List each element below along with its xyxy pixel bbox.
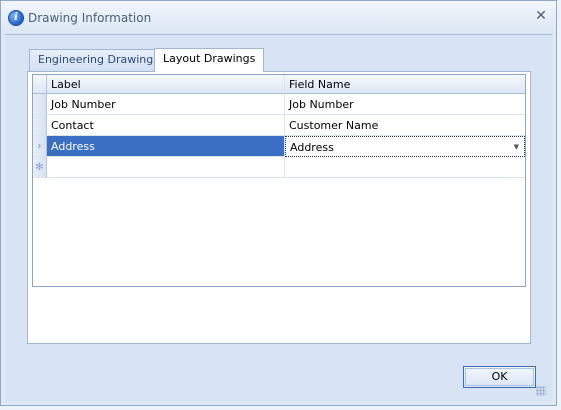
table-row-selected[interactable]: › Address Address ▼ bbox=[33, 136, 525, 157]
new-field-name-cell[interactable] bbox=[285, 157, 525, 178]
drawing-information-dialog: i Drawing Information ✕ Engineering Draw… bbox=[0, 0, 557, 406]
grid-header-row: Label Field Name bbox=[33, 75, 525, 96]
field-grid: Label Field Name Job Number Job Number C… bbox=[32, 74, 526, 287]
label-cell[interactable]: Contact bbox=[47, 115, 285, 136]
title-bar[interactable]: i Drawing Information ✕ bbox=[1, 1, 556, 34]
new-label-cell[interactable] bbox=[47, 157, 285, 178]
chevron-down-icon[interactable]: ▼ bbox=[514, 137, 519, 156]
tab-layout-drawings[interactable]: Layout Drawings bbox=[154, 48, 265, 72]
new-row[interactable]: ✻ bbox=[33, 157, 525, 178]
current-row-icon[interactable]: › bbox=[33, 136, 47, 157]
field-name-value: Address bbox=[290, 141, 334, 154]
tab-engineering-drawings[interactable]: Engineering Drawings bbox=[29, 49, 168, 71]
dialog-body: Engineering Drawings Layout Drawings Lab… bbox=[5, 34, 552, 402]
new-row-icon[interactable]: ✻ bbox=[33, 157, 47, 178]
table-row[interactable]: Job Number Job Number bbox=[33, 94, 525, 115]
field-name-cell[interactable]: Customer Name bbox=[285, 115, 525, 136]
window-title: Drawing Information bbox=[28, 11, 152, 25]
column-header-field-name[interactable]: Field Name bbox=[285, 75, 525, 94]
header-indicator bbox=[33, 75, 47, 94]
tab-panel: Label Field Name Job Number Job Number C… bbox=[27, 71, 531, 344]
table-row[interactable]: Contact Customer Name bbox=[33, 115, 525, 136]
ok-button[interactable]: OK bbox=[463, 366, 536, 388]
resize-grip-icon[interactable] bbox=[536, 386, 546, 396]
close-icon[interactable]: ✕ bbox=[534, 9, 548, 23]
field-name-cell[interactable]: Job Number bbox=[285, 94, 525, 115]
row-indicator[interactable] bbox=[33, 115, 47, 136]
info-icon: i bbox=[8, 10, 24, 26]
column-header-label[interactable]: Label bbox=[47, 75, 285, 94]
label-cell[interactable]: Job Number bbox=[47, 94, 285, 115]
row-indicator[interactable] bbox=[33, 94, 47, 115]
field-name-dropdown[interactable]: Address ▼ bbox=[285, 136, 525, 157]
label-cell[interactable]: Address bbox=[47, 136, 285, 157]
